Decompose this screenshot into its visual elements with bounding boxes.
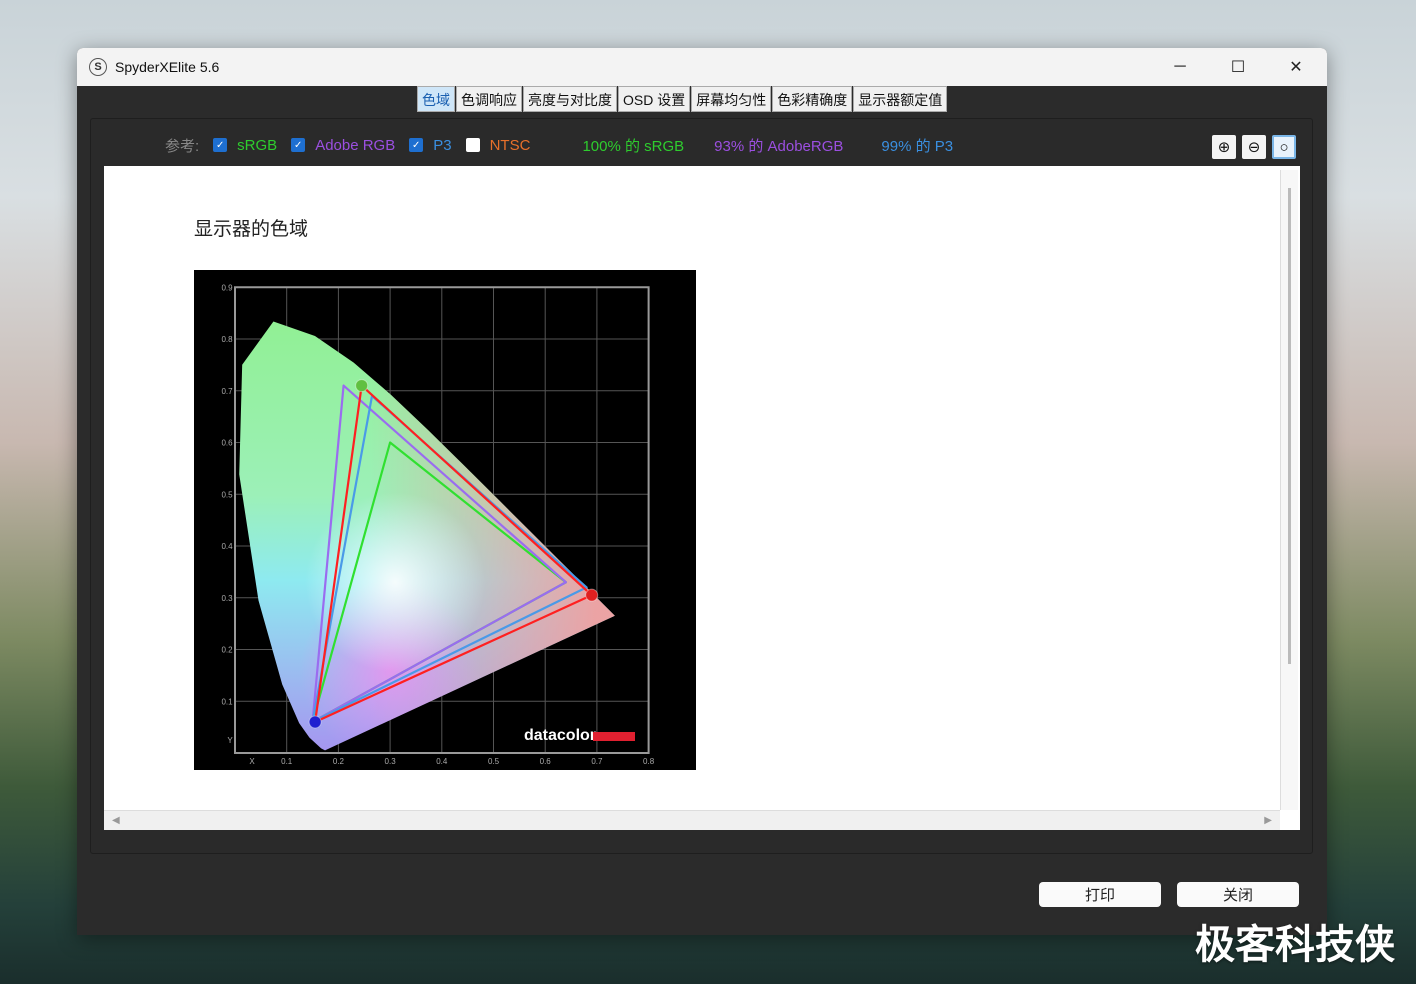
- zoom-out-icon[interactable]: ⊖: [1242, 135, 1266, 159]
- y-tick-label: 0.6: [221, 439, 233, 448]
- close-button[interactable]: 关闭: [1177, 882, 1299, 907]
- app-logo-icon: S: [89, 58, 107, 76]
- tab-osd-settings[interactable]: OSD 设置: [618, 86, 691, 112]
- x-tick-label: 0.2: [333, 757, 345, 766]
- cie-diagram: 0.1 0.2 0.3 0.4 0.5 0.6 0.7 0.8 0.1 0.2 0.3 0.4 0.5 0…: [221, 283, 655, 766]
- tab-tone-response[interactable]: 色调响应: [456, 86, 522, 112]
- primary-point: [308, 715, 322, 729]
- report-view: 显示器的色域 0.1 0.2 0.3 0.4 0.5 0.6 0.7 0.8 0.1 0.2 0.3…: [104, 166, 1300, 830]
- zoom-fit-icon[interactable]: ○: [1272, 135, 1296, 159]
- x-tick-label: 0.7: [591, 757, 603, 766]
- adobe-rgb-label: Adobe RGB: [315, 136, 396, 154]
- x-tick-label: 0.5: [488, 757, 500, 766]
- y-tick-label: 0.8: [221, 335, 233, 344]
- x-tick-label: 0.6: [540, 757, 552, 766]
- y-tick-label: 0.4: [221, 542, 233, 551]
- tab-uniformity[interactable]: 屏幕均匀性: [691, 86, 772, 112]
- y-tick-label: 0.1: [221, 697, 233, 706]
- tab-display-rating[interactable]: 显示器额定值: [853, 86, 948, 112]
- primary-point: [585, 588, 599, 602]
- zoom-controls: ⊕ ⊖ ○: [1212, 135, 1296, 159]
- adobe-rgb-coverage: 93% 的 AdobeRGB: [714, 137, 844, 155]
- tab-brightness-contrast[interactable]: 亮度与对比度: [523, 86, 617, 112]
- spectral-locus: [239, 321, 615, 751]
- horizontal-scrollbar[interactable]: ◀ ▶: [104, 810, 1280, 830]
- app-window: S SpyderXElite 5.6 ─ ☐ ✕ 色域 色调响应 亮度与对比度 …: [77, 48, 1327, 935]
- y-tick-label: 0.5: [221, 490, 233, 499]
- vertical-scroll-thumb[interactable]: [1288, 188, 1291, 664]
- y-tick-label: 0.3: [221, 594, 233, 603]
- x-tick-label: 0.8: [643, 757, 655, 766]
- window-title: SpyderXElite 5.6: [115, 59, 220, 75]
- datacolor-logo-bar: [593, 732, 635, 741]
- srgb-checkbox[interactable]: ✓: [213, 138, 228, 152]
- ntsc-checkbox[interactable]: [465, 138, 480, 152]
- scroll-left-arrow-icon[interactable]: ◀: [112, 815, 120, 826]
- reference-row: 参考: ✓ sRGB ✓ Adobe RGB ✓ P3 NTSC 100% 的 …: [165, 134, 953, 156]
- srgb-label: sRGB: [237, 136, 278, 154]
- y-tick-label: 0.7: [221, 387, 233, 396]
- gamut-chart: 0.1 0.2 0.3 0.4 0.5 0.6 0.7 0.8 0.1 0.2 0.3 0.4 0.5 0…: [194, 270, 696, 770]
- reference-label: 参考:: [165, 137, 200, 155]
- p3-label: P3: [433, 136, 452, 154]
- primary-point: [355, 379, 369, 393]
- srgb-coverage: 100% 的 sRGB: [582, 137, 685, 155]
- datacolor-logo: datacolor: [524, 727, 596, 744]
- page-title: 显示器的色域: [194, 219, 309, 240]
- minimize-button[interactable]: ─: [1151, 48, 1209, 86]
- p3-coverage: 99% 的 P3: [881, 137, 954, 155]
- close-window-button[interactable]: ✕: [1267, 48, 1325, 86]
- tab-color-accuracy[interactable]: 色彩精确度: [772, 86, 853, 112]
- maximize-button[interactable]: ☐: [1209, 48, 1267, 86]
- p3-checkbox[interactable]: ✓: [409, 138, 424, 152]
- zoom-in-icon[interactable]: ⊕: [1212, 135, 1236, 159]
- x-tick-label: 0.3: [385, 757, 397, 766]
- tab-bar: 色域 色调响应 亮度与对比度 OSD 设置 屏幕均匀性 色彩精确度 显示器额定值: [417, 86, 948, 112]
- y-tick-label: 0.2: [221, 646, 233, 655]
- watermark: 极客科技侠: [1195, 923, 1395, 967]
- x-axis-label: X: [249, 757, 255, 766]
- adobe-rgb-checkbox[interactable]: ✓: [291, 138, 306, 152]
- title-bar: S SpyderXElite 5.6 ─ ☐ ✕: [77, 48, 1327, 86]
- scroll-right-arrow-icon[interactable]: ▶: [1264, 815, 1272, 826]
- x-tick-label: 0.1: [281, 757, 293, 766]
- x-tick-label: 0.4: [436, 757, 448, 766]
- print-button[interactable]: 打印: [1039, 882, 1161, 907]
- y-tick-label: 0.9: [221, 283, 233, 292]
- vertical-scrollbar[interactable]: [1280, 170, 1298, 810]
- y-axis-label: Y: [227, 736, 233, 745]
- ntsc-label: NTSC: [489, 136, 531, 154]
- tab-gamut[interactable]: 色域: [417, 86, 455, 112]
